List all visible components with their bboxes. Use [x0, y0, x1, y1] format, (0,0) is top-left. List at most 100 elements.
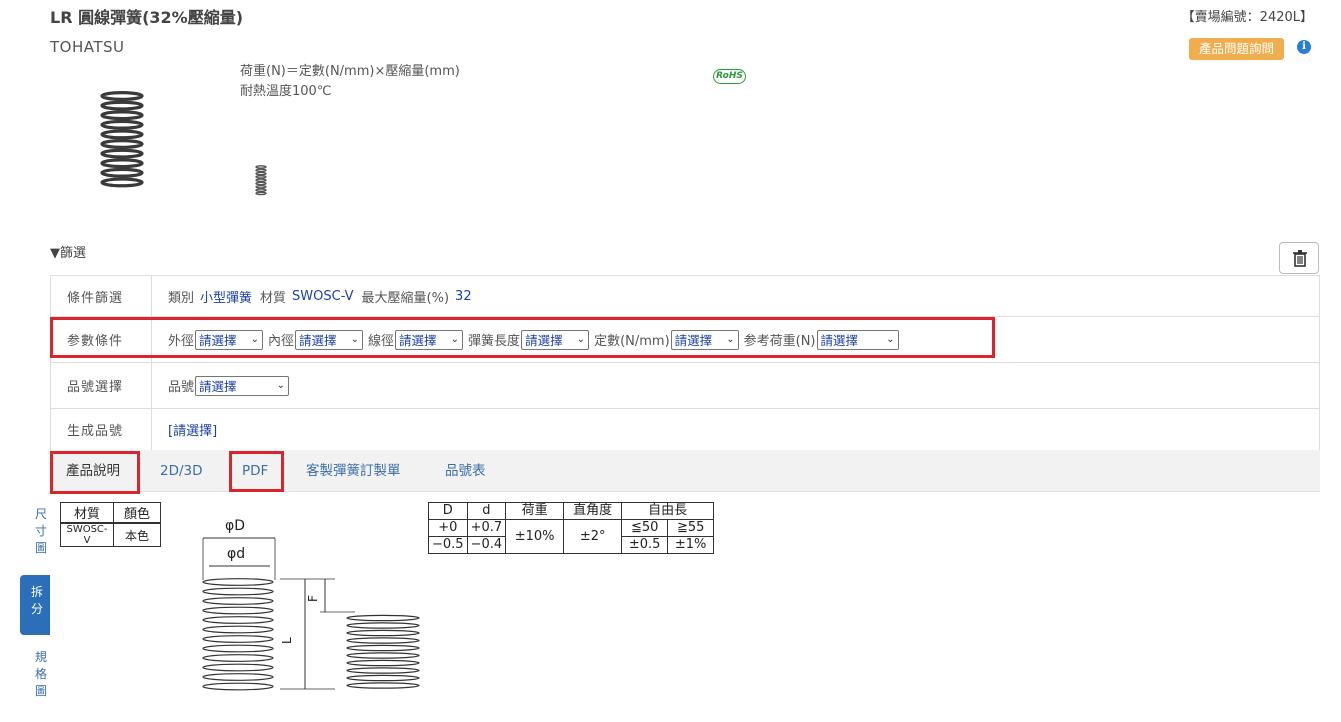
spring-coil — [346, 659, 420, 667]
max-compression-label: 最大壓縮量(%) — [361, 290, 450, 306]
part-select-row: 品號選擇 品號 請選擇 ⌄ — [51, 363, 1319, 409]
spring-coil — [346, 629, 420, 637]
spring-coil — [255, 168, 267, 173]
max-compression-value[interactable]: 32 — [455, 289, 472, 304]
table-header: 材質 — [60, 502, 114, 524]
spring-coil — [202, 682, 274, 691]
info-icon[interactable]: i — [1297, 40, 1311, 54]
spring-thumbnail-image[interactable] — [253, 164, 269, 198]
spring-coil — [255, 165, 267, 169]
filter-table: 條件篩選 類別 小型彈簧 材質 SWOSC-V 最大壓縮量(%) 32 参數條件… — [50, 275, 1320, 451]
filter-toggle[interactable]: ▼篩選 — [50, 242, 86, 261]
spring-coil — [202, 635, 274, 643]
spring-compressed-drawing — [346, 614, 420, 689]
table-cell: ±10% — [505, 519, 565, 554]
spring-coil — [255, 171, 267, 176]
generated-label: 生成品號 — [51, 409, 152, 450]
table-header: D — [428, 502, 468, 520]
tab-2d-3d[interactable]: 2D/3D — [160, 450, 203, 492]
spring-coil — [255, 178, 267, 183]
spring-coil — [346, 622, 420, 629]
table-cell: −0.5 — [428, 536, 468, 554]
tolerance-table: D d 荷重 直角度 自由長 +0 +0.7 ±10% ±2° ≦50 ≧55 … — [428, 502, 715, 554]
spring-coil — [346, 637, 420, 644]
spring-coil — [255, 184, 267, 189]
param-row-highlight — [50, 317, 995, 358]
spring-coil — [100, 167, 144, 178]
table-cell: ±0.5 — [621, 536, 669, 554]
spring-coil — [100, 139, 144, 149]
spring-coil — [202, 654, 274, 662]
table-cell: SWOSC-V — [60, 522, 114, 547]
category-value[interactable]: 小型彈簧 — [200, 287, 252, 306]
spring-coil — [100, 148, 144, 159]
table-cell: ±2° — [563, 519, 623, 554]
table-header: d — [466, 502, 507, 520]
tab-part-number-table[interactable]: 品號表 — [445, 450, 486, 492]
material-value[interactable]: SWOSC-V — [292, 289, 354, 304]
spring-coil — [202, 663, 274, 672]
table-cell: +0 — [428, 519, 468, 537]
side-tab-dimension-drawing[interactable]: 尺寸圖 — [20, 504, 50, 564]
spring-coil — [346, 682, 420, 689]
spring-coil — [202, 616, 274, 624]
spring-coil — [202, 578, 274, 586]
spring-coil — [255, 191, 267, 196]
part-number-select[interactable]: 請選擇 ⌄ — [195, 375, 290, 396]
spring-coil — [202, 606, 274, 615]
page-title: LR 圓線彈簧(32%壓縮量) — [50, 8, 244, 27]
brand-name: TOHATSU — [50, 38, 125, 56]
part-number-label: 品號 — [168, 380, 195, 395]
clear-filter-button[interactable] — [1279, 242, 1319, 274]
spring-coil — [346, 674, 420, 682]
trash-icon — [1293, 250, 1307, 267]
table-header: 荷重 — [505, 502, 565, 520]
part-select-label: 品號選擇 — [51, 363, 152, 408]
condition-label: 條件篩選 — [51, 276, 152, 316]
spring-coil — [202, 644, 274, 653]
load-formula: 荷重(N)＝定數(N/mm)×壓縮量(mm) — [240, 64, 460, 79]
spring-coil — [202, 625, 274, 634]
generated-row: 生成品號 [請選擇] — [51, 409, 1319, 450]
tab-custom-spring-order[interactable]: 客製彈簧訂製單 — [306, 450, 401, 492]
spring-coil — [346, 644, 420, 652]
spring-coil — [255, 181, 267, 186]
table-header: 顏色 — [113, 502, 161, 524]
spring-coil — [346, 614, 420, 622]
table-cell: ≧55 — [667, 519, 715, 537]
spring-coil — [255, 188, 267, 192]
table-cell: ≦50 — [621, 519, 669, 537]
spring-product-image — [100, 91, 144, 188]
heat-resistance: 耐熱溫度100℃ — [240, 84, 332, 99]
deflection-label: F — [306, 595, 320, 602]
spring-coil — [255, 175, 267, 179]
shop-number: 【賣場編號：2420L】 — [1181, 10, 1313, 25]
material-label: 材質 — [260, 290, 287, 306]
table-cell: +0.7 — [466, 519, 507, 537]
table-cell: −0.4 — [466, 536, 507, 554]
spring-coil — [202, 587, 274, 596]
spring-coil — [202, 597, 274, 605]
generated-part-number: [請選擇] — [168, 424, 218, 439]
table-cell: 本色 — [113, 522, 161, 547]
condition-row: 條件篩選 類別 小型彈簧 材質 SWOSC-V 最大壓縮量(%) 32 — [51, 276, 1319, 317]
outer-diameter-label: φD — [225, 518, 245, 534]
product-inquiry-button[interactable]: 產品問題詢問 — [1189, 38, 1284, 60]
spring-coil — [346, 652, 420, 659]
wire-diameter-label: φd — [227, 546, 245, 562]
spring-coil — [100, 110, 144, 121]
spring-coil — [100, 177, 144, 188]
length-label: L — [280, 637, 294, 644]
spring-dimension-drawing: φD φd L F — [202, 518, 420, 691]
spring-coil — [100, 91, 144, 101]
spring-coil — [346, 667, 420, 674]
side-tab-split[interactable]: 拆分 — [20, 575, 50, 635]
spring-coil — [202, 673, 274, 681]
table-header: 自由長 — [621, 502, 715, 520]
table-cell: ±1% — [667, 536, 715, 554]
side-tab-spec-drawing[interactable]: 規格圖 — [20, 648, 50, 708]
tab-description-highlight — [50, 451, 140, 494]
table-header: 直角度 — [563, 502, 623, 520]
spring-coil — [100, 129, 144, 140]
product-description: 荷重(N)＝定數(N/mm)×壓縮量(mm) 耐熱溫度100℃ — [240, 62, 460, 102]
